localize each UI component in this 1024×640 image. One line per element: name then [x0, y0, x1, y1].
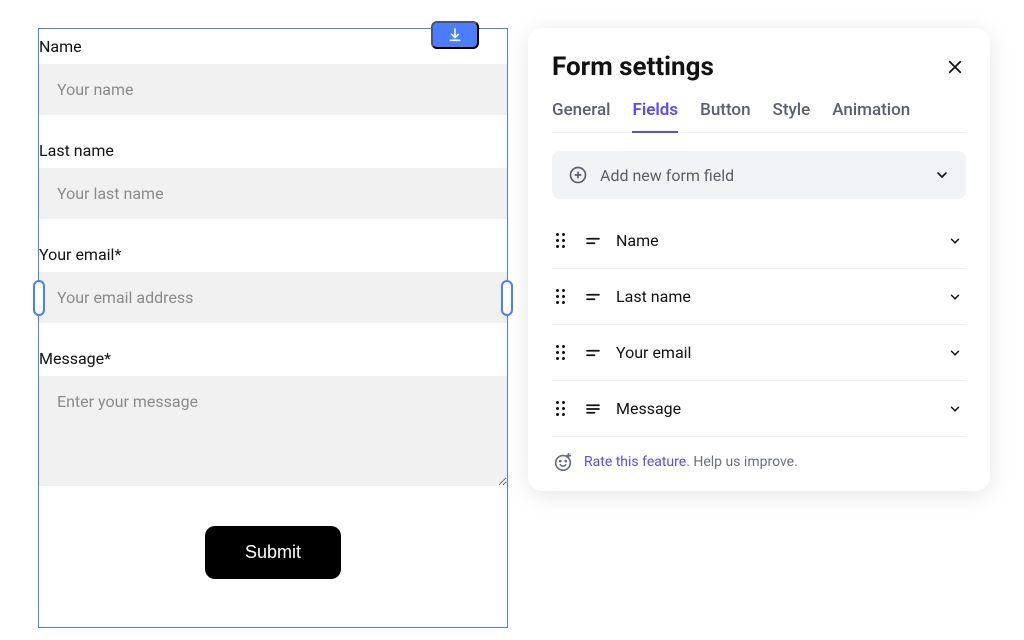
field-row-email[interactable]: Your email: [552, 325, 966, 381]
tab-animation[interactable]: Animation: [832, 100, 910, 132]
tab-general[interactable]: General: [552, 100, 610, 132]
form-field-last-name: Last name: [39, 133, 507, 237]
selected-field-outline: [39, 272, 507, 323]
last-name-input[interactable]: [39, 168, 507, 219]
tab-style[interactable]: Style: [773, 100, 811, 132]
resize-handle-right[interactable]: [501, 280, 513, 316]
chevron-down-icon: [948, 234, 962, 248]
drag-handle-icon[interactable]: [556, 401, 570, 416]
rating-row: Rate this feature. Help us improve.: [552, 437, 966, 473]
drag-handle-icon[interactable]: [556, 289, 570, 304]
panel-title: Form settings: [552, 52, 714, 82]
panel-header: Form settings: [552, 52, 966, 100]
long-text-icon: [584, 400, 602, 418]
chevron-down-icon: [948, 402, 962, 416]
rate-feature-link[interactable]: Rate this feature: [584, 454, 686, 470]
tab-button[interactable]: Button: [700, 100, 750, 132]
download-icon: [447, 27, 463, 43]
field-label: Your email*: [39, 245, 507, 272]
field-row-name[interactable]: Name: [552, 213, 966, 269]
form-settings-panel: Form settings General Fields Button Styl…: [528, 28, 990, 491]
rating-tail: . Help us improve.: [686, 454, 798, 470]
tabs: General Fields Button Style Animation: [552, 100, 966, 133]
field-row-label: Your email: [616, 343, 691, 362]
chevron-down-icon: [934, 167, 950, 183]
short-text-icon: [584, 232, 602, 250]
form-field-email: Your email*: [39, 237, 507, 341]
short-text-icon: [584, 344, 602, 362]
add-form-field-button[interactable]: Add new form field: [552, 151, 966, 199]
message-textarea[interactable]: [39, 376, 507, 486]
drag-handle-icon[interactable]: [556, 233, 570, 248]
field-row-label: Message: [616, 399, 681, 418]
chevron-down-icon: [948, 290, 962, 304]
chevron-down-icon: [948, 346, 962, 360]
form-canvas: Name Last name Your email* Message* Subm…: [38, 28, 508, 628]
plus-circle-icon: [568, 165, 588, 185]
field-label: Message*: [39, 349, 507, 376]
field-row-label: Name: [616, 231, 659, 250]
form-field-message: Message*: [39, 341, 507, 508]
name-input[interactable]: [39, 64, 507, 115]
email-input[interactable]: [39, 272, 507, 323]
tab-fields[interactable]: Fields: [632, 100, 678, 132]
field-row-label: Last name: [616, 287, 691, 306]
close-button[interactable]: [944, 56, 966, 78]
add-field-label: Add new form field: [600, 166, 734, 185]
close-icon: [946, 58, 964, 76]
short-text-icon: [584, 288, 602, 306]
smile-plus-icon: [552, 451, 574, 473]
field-label: Last name: [39, 141, 507, 168]
field-row-message[interactable]: Message: [552, 381, 966, 437]
drag-handle-icon[interactable]: [556, 345, 570, 360]
submit-wrap: Submit: [39, 508, 507, 589]
download-button[interactable]: [431, 21, 479, 49]
resize-handle-left[interactable]: [33, 280, 45, 316]
field-row-last-name[interactable]: Last name: [552, 269, 966, 325]
field-list: Name Last name Your email: [552, 213, 966, 437]
submit-button[interactable]: Submit: [205, 526, 341, 579]
